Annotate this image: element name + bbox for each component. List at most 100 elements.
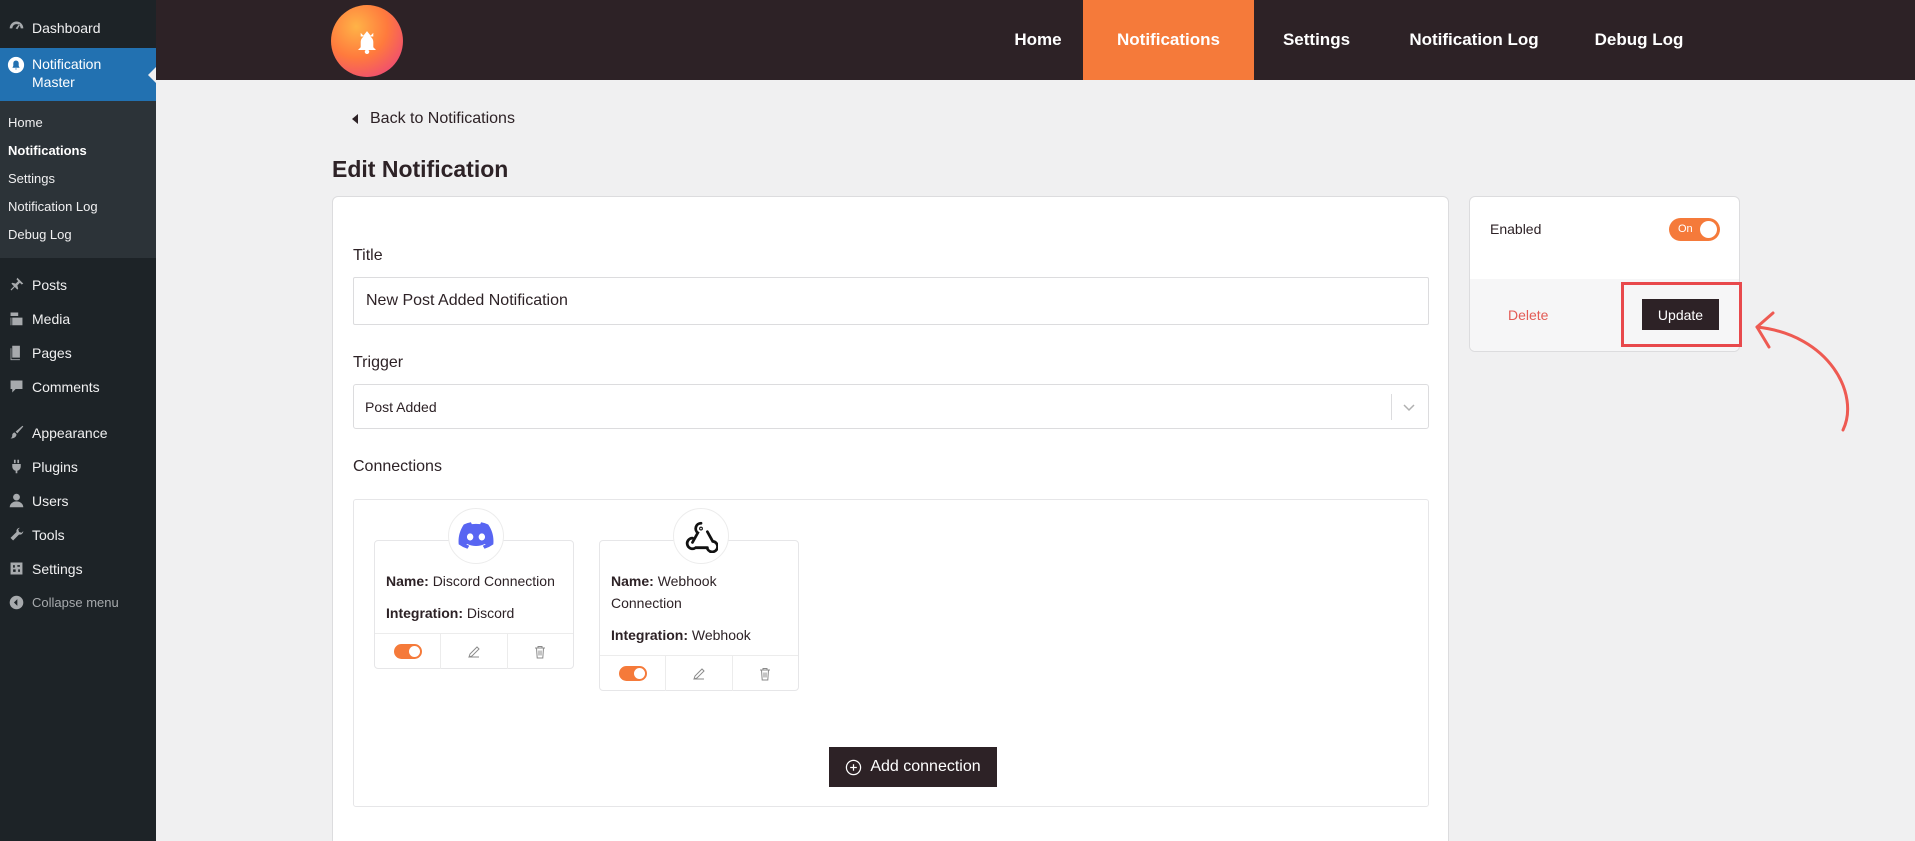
- connections-container: Name: Discord Connection Integration: Di…: [353, 499, 1429, 807]
- trigger-selected-value: Post Added: [365, 399, 437, 415]
- toggle-switch[interactable]: [393, 644, 422, 659]
- sidebar-item-label: Dashboard: [32, 19, 101, 36]
- add-connection-button[interactable]: Add connection: [829, 747, 997, 787]
- sidebar-item-label: Notification Master: [32, 56, 102, 90]
- sidebar-item-label: Tools: [32, 526, 65, 543]
- connection-card-discord: Name: Discord Connection Integration: Di…: [374, 508, 574, 669]
- sidebar-item-label: Settings: [32, 560, 83, 577]
- integration-key: Integration:: [611, 627, 688, 643]
- active-indicator: [148, 67, 156, 83]
- connection-integration: Integration: Webhook: [611, 624, 791, 646]
- name-value: Discord Connection: [432, 573, 555, 589]
- brush-icon: [0, 424, 32, 441]
- media-icon: [0, 310, 32, 327]
- select-divider: [1391, 394, 1392, 420]
- bell-logo-icon: [358, 31, 376, 55]
- nav-debug-log[interactable]: Debug Log: [1569, 0, 1709, 80]
- dashboard-icon: [0, 19, 32, 36]
- sidebar-item-dashboard[interactable]: Dashboard: [0, 19, 156, 36]
- edit-button[interactable]: [440, 634, 506, 669]
- pages-icon: [0, 344, 32, 361]
- pencil-icon: [468, 645, 480, 658]
- annotation-arrow-icon: [1755, 311, 1849, 432]
- plugin-submenu: Home Notifications Settings Notification…: [0, 101, 156, 258]
- bell-icon: [0, 55, 32, 74]
- toggle-state-label: On: [1678, 223, 1693, 235]
- connection-name: Name: Webhook Connection: [611, 570, 791, 614]
- sidebar-item-media[interactable]: Media: [0, 310, 156, 327]
- integration-key: Integration:: [386, 605, 463, 621]
- sidebar-item-label: Media: [32, 310, 71, 327]
- settings-icon: [0, 560, 32, 577]
- sidebar-item-plugins[interactable]: Plugins: [0, 458, 156, 475]
- sidebar-item-label: Users: [32, 492, 69, 509]
- sidebar-item-label: Posts: [32, 276, 68, 293]
- sidebar-item-appearance[interactable]: Appearance: [0, 424, 156, 441]
- collapse-menu-button[interactable]: Collapse menu: [0, 594, 156, 611]
- name-key: Name:: [386, 573, 429, 589]
- connection-toggle[interactable]: [600, 656, 665, 691]
- plus-circle-icon: [846, 759, 862, 775]
- submenu-notifications[interactable]: Notifications: [8, 143, 87, 158]
- sidebar-item-label: Pages: [32, 344, 72, 361]
- sidebar-item-notification-master[interactable]: Notification Master: [0, 48, 156, 101]
- collapse-icon: [0, 594, 32, 611]
- pencil-icon: [693, 667, 705, 680]
- connection-card-webhook: Name: Webhook Connection Integration: We…: [599, 508, 799, 691]
- sidebar-item-label: Plugins: [32, 458, 78, 475]
- delete-button[interactable]: Delete: [1508, 307, 1548, 323]
- sidebar-item-comments[interactable]: Comments: [0, 378, 156, 395]
- back-link-label: Back to Notifications: [370, 110, 515, 127]
- toggle-switch[interactable]: [618, 666, 647, 681]
- wrench-icon: [0, 526, 32, 543]
- connection-toggle[interactable]: [375, 634, 440, 669]
- add-connection-label: Add connection: [870, 758, 981, 775]
- delete-connection-button[interactable]: [731, 656, 798, 691]
- delete-connection-button[interactable]: [506, 634, 573, 669]
- integration-value: Webhook: [691, 627, 751, 643]
- nav-settings[interactable]: Settings: [1254, 0, 1379, 80]
- integration-value: Discord: [466, 605, 515, 621]
- caret-left-icon: [352, 114, 358, 124]
- edit-button[interactable]: [665, 656, 731, 691]
- discord-icon: [448, 508, 504, 564]
- plugin-logo: [331, 5, 403, 77]
- trash-icon: [535, 645, 546, 658]
- highlight-box: [1621, 282, 1742, 347]
- title-input[interactable]: [353, 277, 1429, 325]
- plugin-topbar: Home Notifications Settings Notification…: [156, 0, 1915, 80]
- name-key: Name:: [611, 573, 654, 589]
- plug-icon: [0, 458, 32, 475]
- title-label: Title: [353, 247, 383, 264]
- nav-notification-log[interactable]: Notification Log: [1379, 0, 1569, 80]
- sidebar-item-label: Comments: [32, 378, 100, 395]
- comments-icon: [0, 378, 32, 395]
- sidebar-item-tools[interactable]: Tools: [0, 526, 156, 543]
- submenu-settings[interactable]: Settings: [8, 171, 55, 186]
- submenu-debug-log[interactable]: Debug Log: [8, 227, 72, 242]
- pin-icon: [0, 276, 32, 293]
- trash-icon: [760, 667, 771, 680]
- submenu-home[interactable]: Home: [8, 115, 43, 130]
- back-to-notifications-link[interactable]: Back to Notifications: [352, 110, 515, 128]
- connection-name: Name: Discord Connection: [386, 570, 566, 592]
- webhook-icon: [673, 508, 729, 564]
- user-icon: [0, 492, 32, 509]
- nav-notifications[interactable]: Notifications: [1083, 0, 1254, 80]
- wp-admin-sidebar: Dashboard Notification Master Home Notif…: [0, 0, 156, 841]
- trigger-select[interactable]: Post Added: [353, 384, 1429, 429]
- sidebar-item-posts[interactable]: Posts: [0, 276, 156, 293]
- sidebar-item-pages[interactable]: Pages: [0, 344, 156, 361]
- page-title: Edit Notification: [332, 156, 509, 182]
- connections-label: Connections: [353, 458, 442, 475]
- enabled-toggle[interactable]: On: [1669, 218, 1720, 241]
- enabled-label: Enabled: [1490, 221, 1542, 237]
- submenu-notification-log[interactable]: Notification Log: [8, 199, 98, 214]
- connection-actions: [600, 655, 798, 691]
- connection-actions: [375, 633, 573, 669]
- nav-home[interactable]: Home: [977, 0, 1099, 80]
- sidebar-item-users[interactable]: Users: [0, 492, 156, 509]
- sidebar-item-settings[interactable]: Settings: [0, 560, 156, 577]
- connection-integration: Integration: Discord: [386, 602, 566, 624]
- trigger-label: Trigger: [353, 354, 404, 371]
